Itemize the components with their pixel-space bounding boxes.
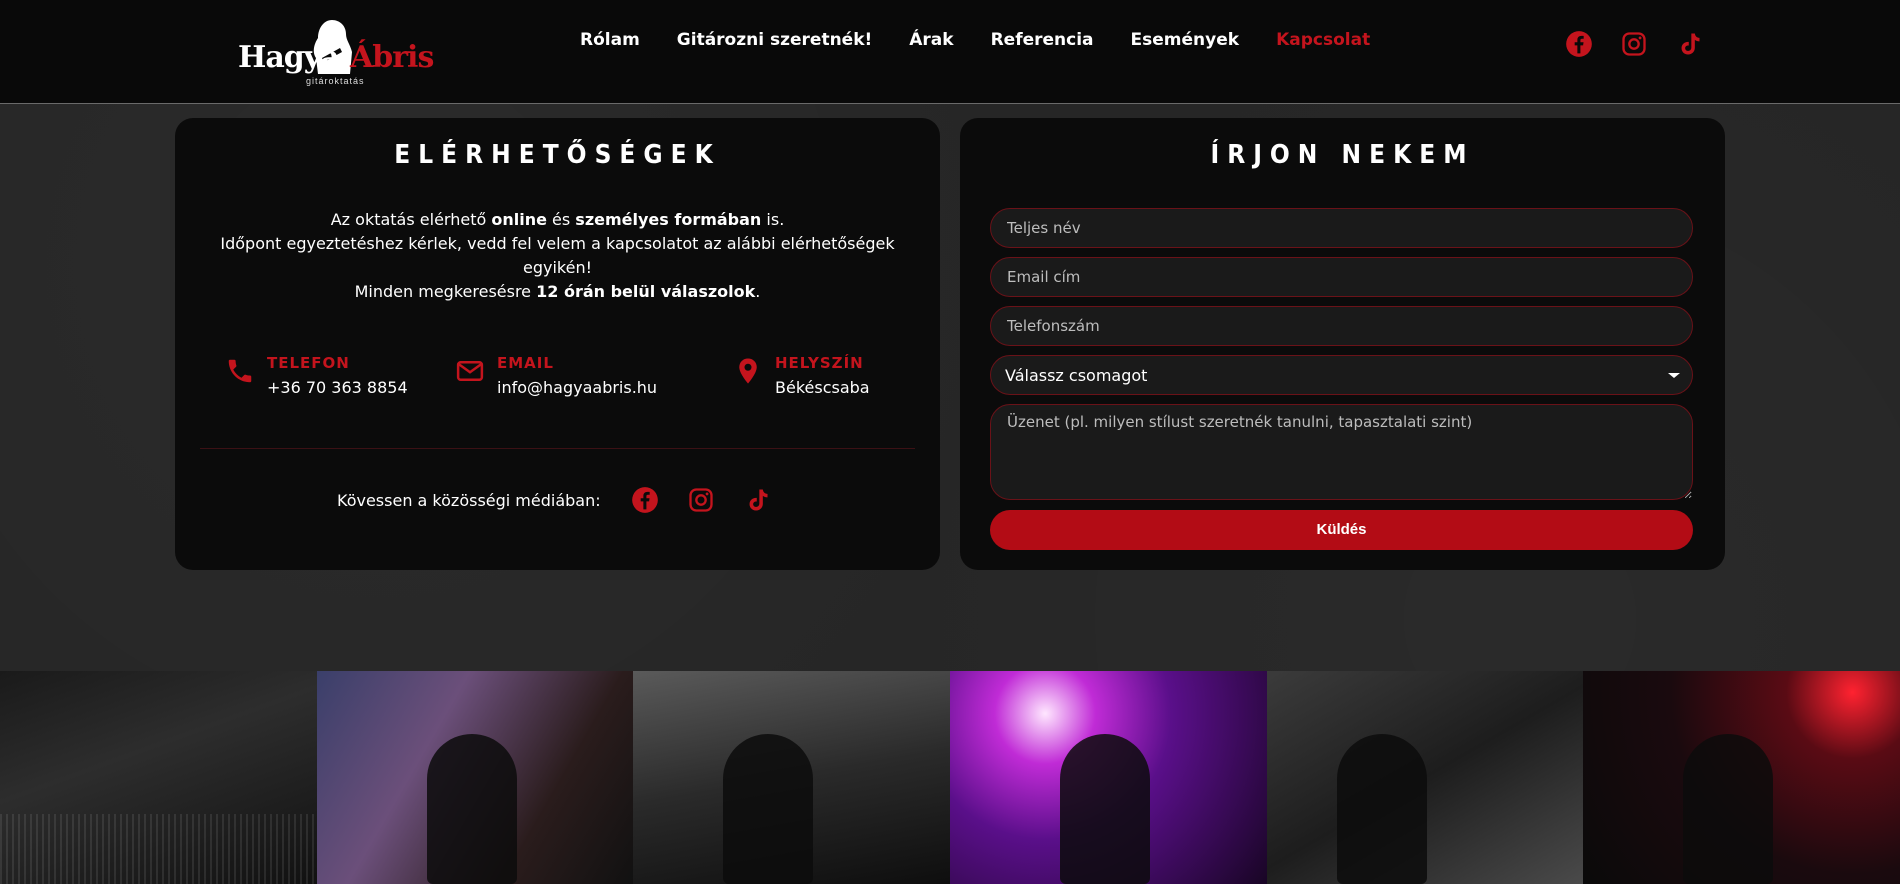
contact-info-title: ELÉRHETŐSÉGEK: [394, 140, 721, 170]
nav-item-arak[interactable]: Árak: [909, 30, 953, 50]
nav-item-gitarozni[interactable]: Gitározni szeretnék!: [677, 30, 872, 50]
send-button[interactable]: Küldés: [990, 510, 1693, 550]
contact-email-label: EMAIL: [497, 354, 554, 372]
location-pin-icon: [739, 358, 757, 384]
nav-item-rolam[interactable]: Rólam: [580, 30, 640, 50]
intro-appointment-text: Időpont egyeztetéshez kérlek, vedd fel v…: [220, 234, 895, 277]
guitarist-silhouette: [1060, 734, 1151, 884]
email-input[interactable]: [990, 257, 1693, 297]
header-social-links: [1565, 30, 1703, 58]
contact-location[interactable]: HELYSZÍN Békéscsaba: [733, 354, 870, 397]
main-nav: Rólam Gitározni szeretnék! Árak Referenc…: [580, 30, 1407, 50]
intro-emphasis-online: online: [491, 210, 547, 229]
intro-text: és: [546, 210, 576, 229]
phone-icon: [228, 359, 252, 383]
message-textarea[interactable]: [990, 404, 1693, 500]
contact-form-card: ÍRJON NEKEM Válassz csomagot Küldés: [960, 118, 1725, 570]
contact-form-title: ÍRJON NEKEM: [1210, 140, 1475, 170]
site-header: Hagya Ábris gitároktatás Rólam Gitározni…: [0, 0, 1900, 104]
logo-text-first: Hagya: [238, 40, 340, 75]
gallery-photo[interactable]: [0, 671, 317, 884]
crowd-decoration: [0, 814, 317, 884]
contact-email[interactable]: EMAIL info@hagyaabris.hu: [455, 354, 657, 397]
contact-phone[interactable]: TELEFON +36 70 363 8854: [225, 354, 408, 397]
follow-text: Kövessen a közösségi médiában:: [337, 490, 601, 510]
contact-location-value: Békéscsaba: [775, 378, 870, 397]
intro-text: Az oktatás elérhető: [330, 210, 492, 229]
tiktok-icon[interactable]: [743, 486, 771, 514]
chevron-down-icon: [1668, 373, 1680, 378]
gallery-photo[interactable]: [633, 671, 951, 884]
gallery-photo[interactable]: [1266, 671, 1584, 884]
contact-phone-label: TELEFON: [267, 354, 350, 372]
intro-emphasis-response-time: 12 órán belül válaszolok: [536, 282, 756, 301]
gallery-photo[interactable]: [950, 671, 1267, 884]
logo-text-second: Ábris: [350, 40, 434, 75]
logo-subtitle: gitároktatás: [306, 76, 365, 86]
envelope-icon: [456, 361, 484, 381]
nav-item-esemenyek[interactable]: Események: [1131, 30, 1240, 50]
facebook-icon[interactable]: [631, 486, 659, 514]
card-divider: [200, 448, 915, 449]
intro-emphasis-personal: személyes formában: [575, 210, 762, 229]
intro-text: is.: [761, 210, 785, 229]
name-input[interactable]: [990, 208, 1693, 248]
instagram-icon[interactable]: [1620, 30, 1648, 58]
nav-item-kapcsolat[interactable]: Kapcsolat: [1276, 30, 1370, 50]
intro-text: .: [755, 282, 761, 301]
guitarist-silhouette: [1683, 734, 1774, 884]
contact-phone-value: +36 70 363 8854: [267, 378, 408, 397]
card-social-links: [631, 486, 771, 514]
facebook-icon[interactable]: [1565, 30, 1593, 58]
tiktok-icon[interactable]: [1675, 30, 1703, 58]
social-follow-row: Kövessen a közösségi médiában:: [337, 486, 771, 514]
guitarist-silhouette: [426, 734, 517, 884]
guitarist-silhouette: [723, 734, 814, 884]
gallery-photo[interactable]: [316, 671, 634, 884]
contact-intro-text: Az oktatás elérhető online és személyes …: [215, 208, 900, 304]
contact-info-card: ELÉRHETŐSÉGEK Az oktatás elérhető online…: [175, 118, 940, 570]
contact-location-label: HELYSZÍN: [775, 354, 864, 372]
site-logo[interactable]: Hagya Ábris gitároktatás: [234, 16, 434, 88]
package-select-value: Válassz csomagot: [1005, 366, 1148, 385]
contact-email-value: info@hagyaabris.hu: [497, 378, 658, 397]
photo-gallery: [0, 671, 1900, 884]
phone-input[interactable]: [990, 306, 1693, 346]
instagram-icon[interactable]: [687, 486, 715, 514]
guitarist-silhouette: [1336, 734, 1427, 884]
package-select[interactable]: Válassz csomagot: [990, 355, 1693, 395]
intro-text: Minden megkeresésre: [354, 282, 537, 301]
nav-item-referencia[interactable]: Referencia: [991, 30, 1094, 50]
gallery-photo[interactable]: [1583, 671, 1900, 884]
